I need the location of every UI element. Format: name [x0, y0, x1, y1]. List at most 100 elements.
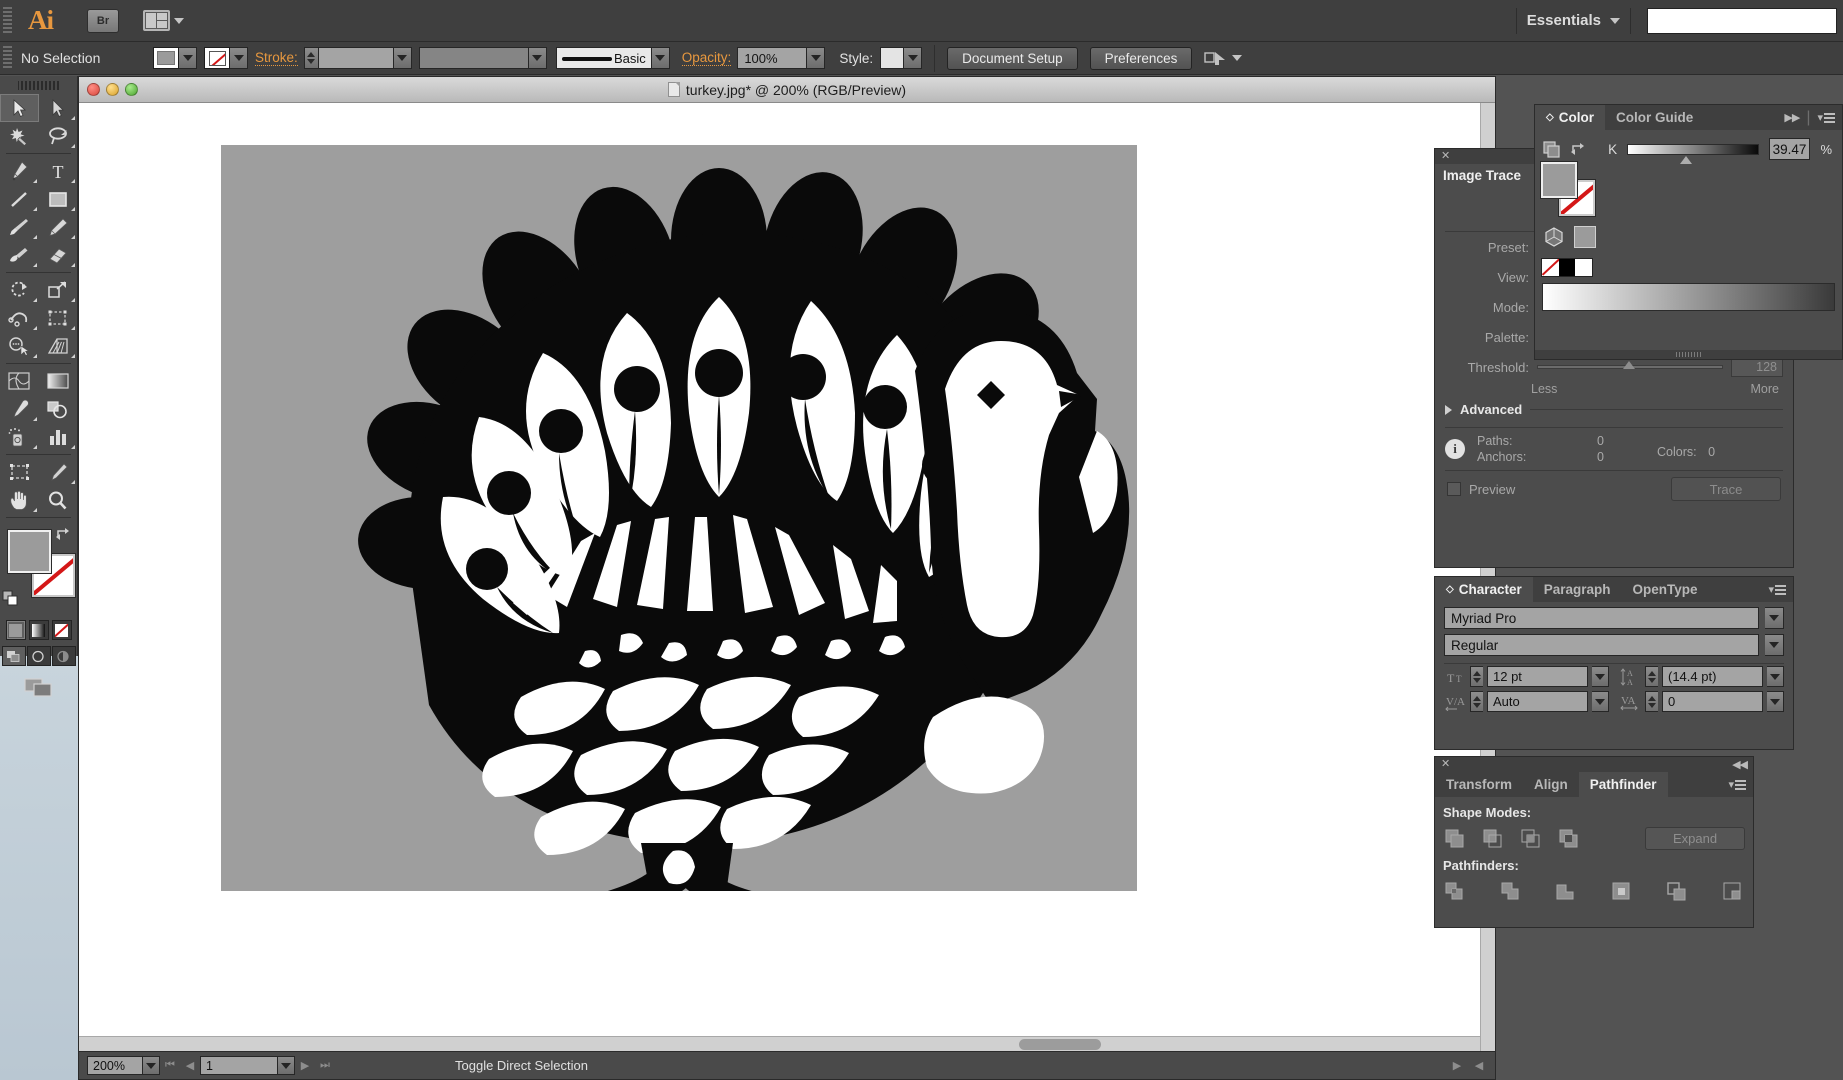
tool-line-segment-tool[interactable] [0, 185, 39, 213]
tool-slice-tool[interactable] [39, 458, 78, 486]
tool-eraser-tool[interactable] [39, 241, 78, 269]
stroke-dropdown-button[interactable] [230, 47, 248, 69]
stroke-weight-dropdown[interactable] [393, 47, 412, 69]
artboard-number-input[interactable]: 1 [200, 1056, 278, 1075]
stroke-weight-input[interactable] [317, 47, 394, 69]
tab-align[interactable]: Align [1523, 772, 1579, 797]
font-style-input[interactable]: Regular [1444, 634, 1759, 656]
tracking-input[interactable]: 0 [1662, 691, 1763, 712]
threshold-input[interactable]: 128 [1731, 357, 1783, 377]
tool-pen-tool[interactable] [0, 157, 39, 185]
tab-transform[interactable]: Transform [1435, 772, 1523, 797]
k-channel-slider[interactable] [1627, 143, 1759, 164]
zoom-level-dropdown[interactable] [143, 1056, 160, 1075]
tool-rotate-tool[interactable] [0, 276, 39, 304]
panel-menu-caret-icon[interactable]: ▾ [1817, 111, 1822, 124]
tab-color[interactable]: ◇ Color [1535, 105, 1605, 130]
tool-selection-tool[interactable] [0, 94, 39, 122]
current-color-preview[interactable] [1574, 226, 1596, 248]
canvas-area[interactable] [79, 103, 1495, 1079]
tool-direct-selection-tool[interactable] [39, 94, 78, 122]
font-size-stepper[interactable] [1470, 666, 1483, 687]
chevron-down-icon[interactable] [1232, 55, 1243, 61]
stroke-swatch-control[interactable] [204, 47, 248, 69]
color-mode-button[interactable] [5, 620, 26, 640]
panel-menu-icon[interactable] [1735, 779, 1746, 790]
trace-button[interactable]: Trace [1671, 477, 1781, 501]
appbar-grip[interactable] [3, 6, 12, 35]
opacity-dropdown[interactable] [807, 47, 826, 69]
threshold-slider[interactable] [1537, 361, 1723, 369]
out-of-gamut-icon[interactable] [1543, 226, 1565, 248]
first-artboard-button[interactable]: ⏮ [160, 1059, 180, 1072]
none-mode-button[interactable] [51, 620, 72, 640]
expand-button[interactable]: Expand [1645, 826, 1745, 850]
tool-column-graph-tool[interactable] [39, 423, 78, 451]
trim-button[interactable] [1499, 879, 1523, 903]
tool-symbol-sprayer-tool[interactable] [0, 423, 39, 451]
artboard-dropdown[interactable] [278, 1056, 295, 1075]
zoom-level-input[interactable]: 200% [87, 1056, 143, 1075]
stroke-swatch[interactable] [204, 47, 230, 69]
tool-blend-tool[interactable] [39, 395, 78, 423]
font-size-input[interactable]: 12 pt [1487, 666, 1588, 687]
tab-character[interactable]: ◇ Character [1435, 577, 1533, 602]
tool-perspective-grid-tool[interactable] [39, 332, 78, 360]
workspace-switcher[interactable]: Essentials [1527, 12, 1601, 29]
swatch-white[interactable] [1575, 259, 1593, 276]
tool-shape-builder-tool[interactable] [0, 332, 39, 360]
next-artboard-button[interactable]: ▶ [295, 1059, 315, 1072]
search-input[interactable] [1647, 7, 1837, 34]
artboard[interactable] [221, 145, 1137, 891]
controlbar-grip[interactable] [3, 46, 12, 70]
document-titlebar[interactable]: turkey.jpg* @ 200% (RGB/Preview) [79, 77, 1495, 103]
brush-definition-field[interactable]: Basic [555, 47, 652, 69]
previous-artboard-button[interactable]: ◀ [180, 1059, 200, 1072]
arrange-documents-button[interactable] [143, 10, 184, 31]
swap-colors-icon[interactable] [1570, 141, 1587, 157]
tab-paragraph[interactable]: Paragraph [1533, 577, 1622, 602]
tool-blob-brush-tool[interactable] [0, 241, 39, 269]
fill-swatch[interactable] [153, 47, 179, 69]
divide-button[interactable] [1443, 879, 1467, 903]
threshold-slider-knob[interactable] [1622, 361, 1635, 369]
stroke-profile-dropdown[interactable] [528, 47, 547, 69]
brush-dropdown[interactable] [651, 47, 670, 69]
bridge-button[interactable]: Br [87, 8, 119, 33]
font-size-dropdown[interactable] [1592, 666, 1609, 687]
preview-checkbox[interactable] [1447, 482, 1461, 496]
leading-input[interactable]: (14.4 pt) [1662, 666, 1763, 687]
tool-artboard-tool[interactable] [0, 458, 39, 486]
gradient-mode-button[interactable] [28, 620, 49, 640]
tool-lasso-tool[interactable] [39, 122, 78, 150]
chevron-down-icon[interactable] [1610, 17, 1620, 24]
scrollbar-thumb[interactable] [1019, 1039, 1101, 1050]
document-setup-button[interactable]: Document Setup [947, 46, 1078, 70]
tool-gradient-tool[interactable] [39, 367, 78, 395]
tool-pencil-tool[interactable] [39, 213, 78, 241]
opacity-input[interactable]: 100% [737, 47, 808, 69]
tool-eyedropper-tool[interactable] [0, 395, 39, 423]
swatch-black[interactable] [1558, 259, 1576, 276]
tool-paintbrush-tool[interactable] [0, 213, 39, 241]
kerning-input[interactable]: Auto [1487, 691, 1588, 712]
swap-fill-stroke-icon[interactable] [55, 526, 72, 548]
kerning-dropdown[interactable] [1592, 691, 1609, 712]
crop-button[interactable] [1610, 879, 1634, 903]
collapse-panel-icon[interactable]: ▶▶ [1784, 111, 1800, 124]
tracking-stepper[interactable] [1645, 691, 1658, 712]
fill-color-indicator[interactable] [7, 529, 52, 574]
opacity-label[interactable]: Opacity: [681, 50, 732, 66]
status-resize-grip[interactable]: ◀ [1469, 1059, 1489, 1072]
tool-hand-tool[interactable] [0, 486, 39, 514]
tab-pathfinder[interactable]: Pathfinder [1578, 772, 1668, 797]
unite-button[interactable] [1443, 826, 1467, 850]
tool-zoom-tool[interactable] [39, 486, 78, 514]
close-icon[interactable]: ✕ [1441, 759, 1450, 770]
close-icon[interactable]: ✕ [1441, 151, 1450, 162]
turkey-artwork[interactable] [221, 145, 1137, 891]
tool-width-tool[interactable] [0, 304, 39, 332]
color-spectrum-bar[interactable] [1542, 283, 1835, 311]
panel-menu-icon[interactable] [1824, 112, 1835, 123]
fill-stroke-control[interactable] [0, 524, 77, 616]
